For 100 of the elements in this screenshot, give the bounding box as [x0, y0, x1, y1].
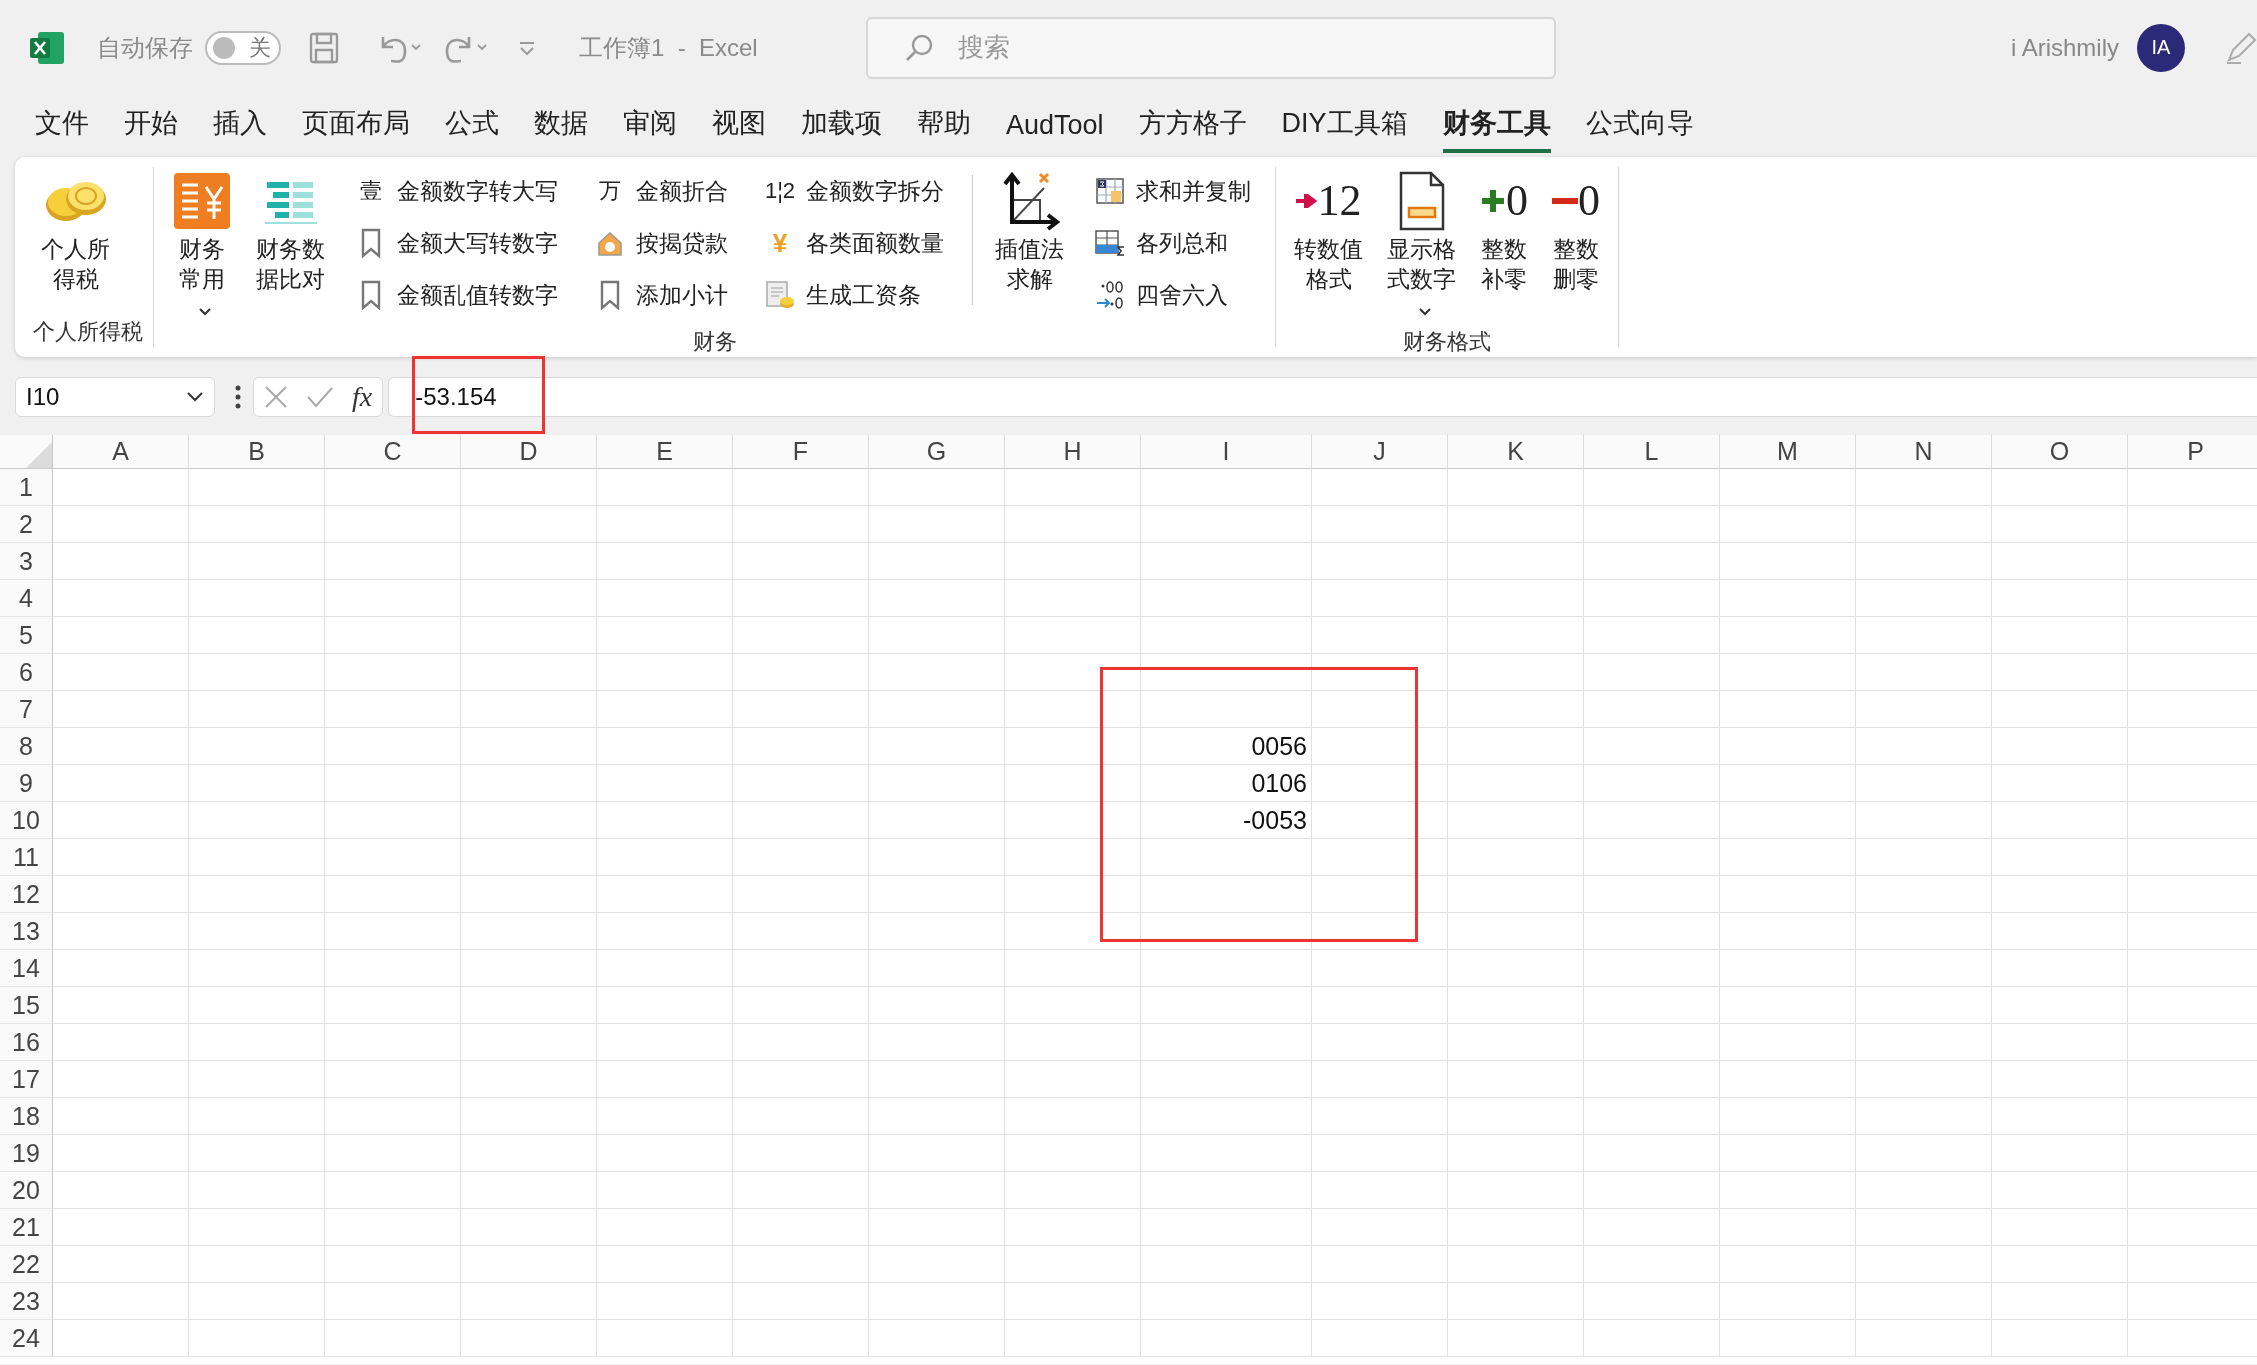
menu-tab[interactable]: 公式向导 [1585, 105, 1694, 153]
row-header[interactable]: 16 [0, 1024, 53, 1061]
column-header[interactable]: G [869, 435, 1005, 469]
row-header[interactable]: 11 [0, 839, 53, 876]
column-header[interactable]: H [1005, 435, 1141, 469]
column-header[interactable]: A [53, 435, 189, 469]
save-icon[interactable] [309, 31, 339, 64]
glyph-icon: 万 [599, 176, 621, 206]
menu-tab[interactable]: DIY工具箱 [1281, 105, 1408, 153]
column-header[interactable]: P [2128, 435, 2257, 469]
column-header[interactable]: O [1992, 435, 2128, 469]
table-cell: 0106 [1141, 765, 1312, 802]
ribbon-button[interactable]: 壹 金额数字转大写 [351, 167, 562, 215]
row-header[interactable]: 2 [0, 506, 53, 543]
column-header[interactable]: L [1584, 435, 1720, 469]
ribbon-button[interactable]: ¥ 各类面额数量 [760, 219, 948, 267]
ribbon-button[interactable]: 万 金额折合 [590, 167, 732, 215]
column-header[interactable]: B [189, 435, 325, 469]
menu-tab[interactable]: 视图 [712, 105, 766, 153]
bookmark-icon [599, 280, 621, 310]
column-header[interactable]: I [1141, 435, 1312, 469]
row-header[interactable]: 6 [0, 654, 53, 691]
group-label: 财务 [691, 327, 738, 356]
glyph-icon: 壹 [360, 176, 382, 206]
row-header[interactable]: 20 [0, 1172, 53, 1209]
menu-tab[interactable]: 加载项 [801, 105, 882, 153]
column-header[interactable]: J [1312, 435, 1448, 469]
ribbon-button[interactable]: 显示格式数字 [1379, 167, 1464, 327]
ribbon-button[interactable]: 金额大写转数字 [351, 219, 562, 267]
ribbon-button[interactable]: 四舍六入 [1090, 271, 1255, 319]
ribbon-button[interactable]: 财务数据比对 [248, 167, 333, 297]
cancel-icon[interactable] [264, 385, 288, 409]
decimal-round-icon [1095, 280, 1125, 310]
user-avatar[interactable]: IA [2137, 23, 2185, 72]
ribbon-button[interactable]: 0 整数补零 [1472, 167, 1536, 297]
column-header[interactable]: K [1448, 435, 1584, 469]
menu-tab[interactable]: 审阅 [623, 105, 677, 153]
ribbon-button[interactable]: 个人所得税 [33, 167, 118, 297]
row-header[interactable]: 8 [0, 728, 53, 765]
autosave-toggle[interactable]: 关 [205, 30, 281, 65]
row-header[interactable]: 24 [0, 1320, 53, 1357]
name-box[interactable]: I10 [15, 377, 215, 417]
chevron-down-icon[interactable] [186, 391, 204, 403]
column-header[interactable]: E [597, 435, 733, 469]
menu-tab[interactable]: 帮助 [917, 105, 971, 153]
ribbon-button[interactable]: 按揭贷款 [590, 219, 732, 267]
row-header[interactable]: 15 [0, 987, 53, 1024]
formula-field[interactable]: -53.154 [388, 377, 2257, 417]
ribbon-button[interactable]: 生成工资条 [760, 271, 948, 319]
house-coin-icon [596, 229, 624, 257]
column-header[interactable]: F [733, 435, 869, 469]
row-header[interactable]: 7 [0, 691, 53, 728]
menu-tab[interactable]: 财务工具 [1442, 105, 1551, 153]
document-title: 工作簿1 - Excel [579, 32, 758, 63]
row-header[interactable]: 18 [0, 1098, 53, 1135]
row-header[interactable]: 22 [0, 1246, 53, 1283]
row-header[interactable]: 23 [0, 1283, 53, 1320]
insert-function-button[interactable]: fx [352, 381, 373, 413]
column-header[interactable]: M [1720, 435, 1856, 469]
excel-logo-icon [30, 31, 64, 64]
row-header[interactable]: 10 [0, 802, 53, 839]
yen-document-icon [172, 171, 232, 231]
row-header[interactable]: 13 [0, 913, 53, 950]
row-header[interactable]: 17 [0, 1061, 53, 1098]
row-header[interactable]: 5 [0, 617, 53, 654]
bookmark-icon [360, 228, 382, 258]
menu-tab[interactable]: 数据 [534, 105, 588, 153]
menu-tab[interactable]: 插入 [213, 105, 267, 153]
row-header[interactable]: 9 [0, 765, 53, 802]
row-header[interactable]: 1 [0, 469, 53, 506]
ribbon-button[interactable]: 0 整数删零 [1544, 167, 1608, 297]
more-icon[interactable] [235, 385, 241, 409]
glyph-icon: ¥ [772, 227, 788, 259]
ribbon-button[interactable]: 金额乱值转数字 [351, 271, 562, 319]
row-header[interactable]: 21 [0, 1209, 53, 1246]
row-header[interactable]: 3 [0, 543, 53, 580]
ribbon-button[interactable]: 财务常用 [164, 167, 240, 327]
row-header[interactable]: 14 [0, 950, 53, 987]
bookmark-icon [360, 280, 382, 310]
menu-tab[interactable]: 方方格子 [1138, 105, 1247, 153]
menu-tab[interactable]: 开始 [124, 105, 178, 153]
ribbon-button[interactable]: 12 转数值格式 [1286, 167, 1371, 297]
row-header[interactable]: 12 [0, 876, 53, 913]
menu-tab[interactable]: AudTool [1006, 110, 1104, 153]
column-header[interactable]: C [325, 435, 461, 469]
ribbon-button[interactable]: 各列总和 [1090, 219, 1255, 267]
ribbon-button[interactable]: 1¦2 金额数字拆分 [760, 167, 948, 215]
column-header[interactable]: N [1856, 435, 1992, 469]
check-icon[interactable] [306, 385, 334, 409]
pen-icon[interactable] [2225, 31, 2257, 64]
ribbon-button[interactable]: 插值法求解 [987, 167, 1072, 297]
row-header[interactable]: 19 [0, 1135, 53, 1172]
menu-tab[interactable]: 页面布局 [302, 105, 410, 153]
ribbon-button[interactable]: 求和并复制 [1090, 167, 1255, 215]
menu-tab[interactable]: 公式 [445, 105, 499, 153]
menu-tab[interactable]: 文件 [35, 105, 89, 153]
autosave-label: 自动保存 [97, 32, 193, 63]
ribbon-button[interactable]: 添加小计 [590, 271, 732, 319]
row-header[interactable]: 4 [0, 580, 53, 617]
column-header[interactable]: D [461, 435, 597, 469]
